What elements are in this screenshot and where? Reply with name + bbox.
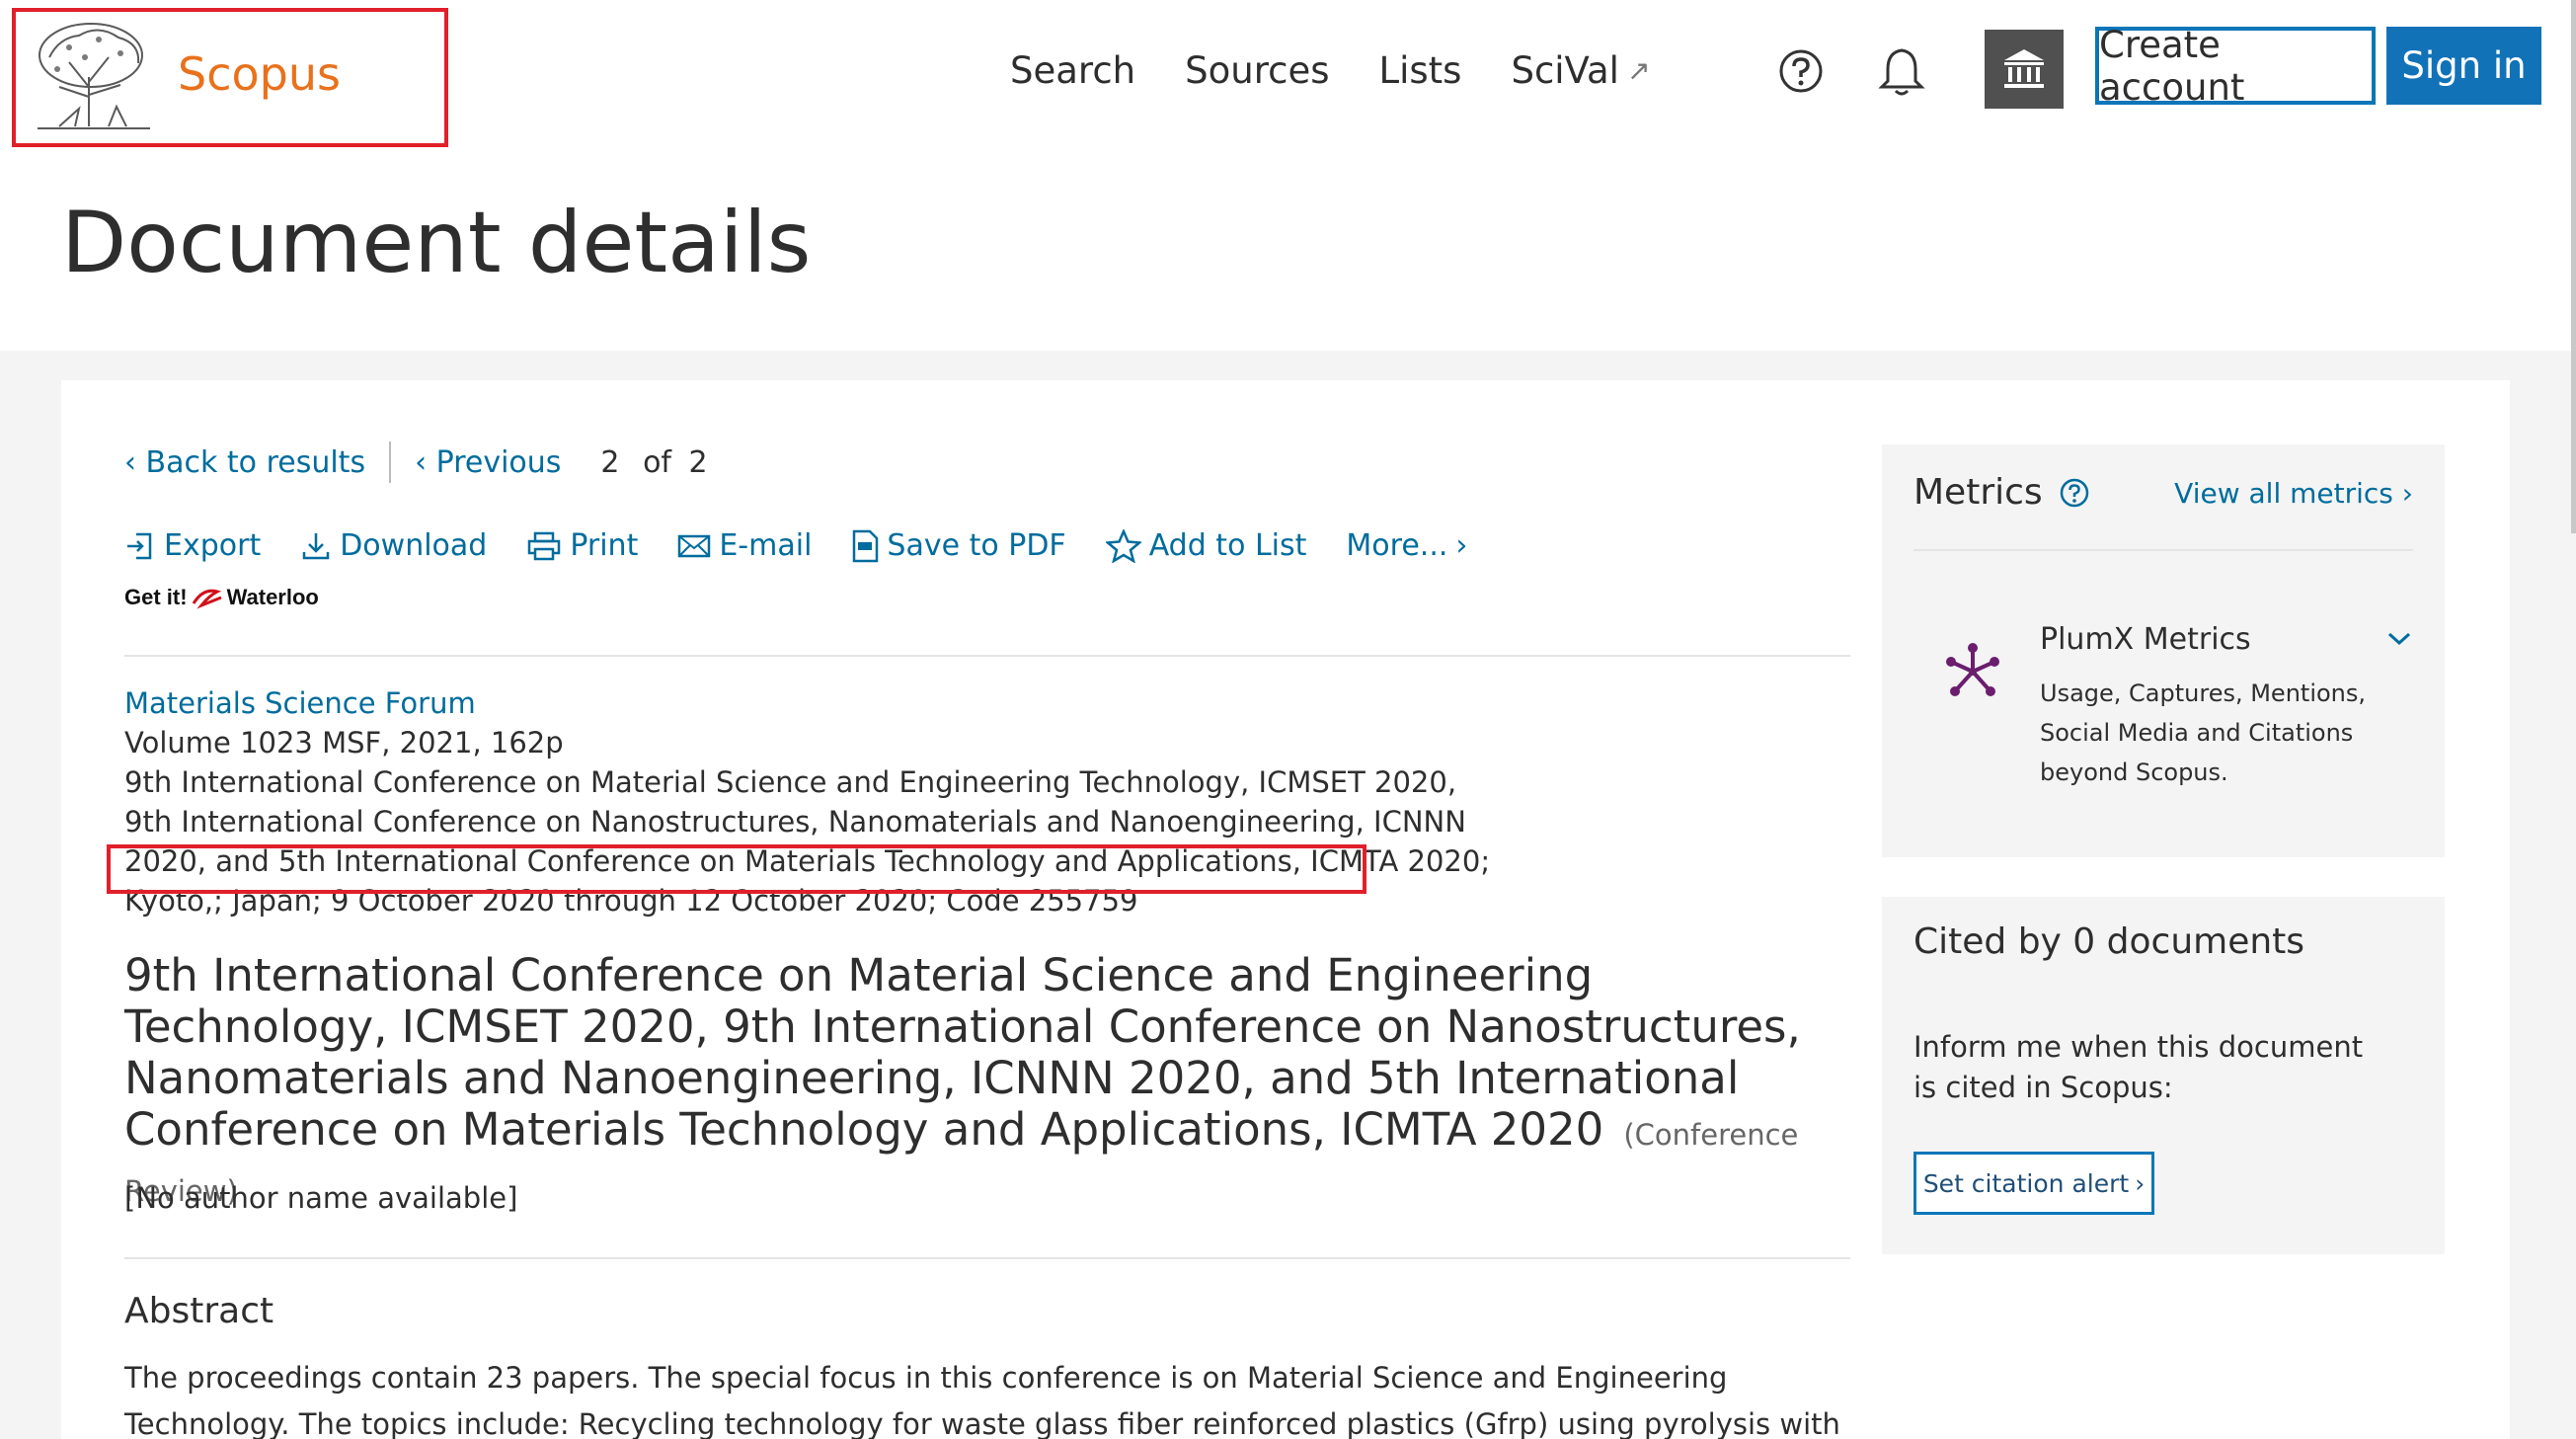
bell-icon[interactable] <box>1878 45 1925 97</box>
annotation-highlight-box <box>107 844 1366 894</box>
plumx-description: Usage, Captures, Mentions, Social Media … <box>2040 680 2367 786</box>
elsevier-tree-icon <box>38 23 150 129</box>
scopus-logo[interactable]: Scopus <box>12 8 448 147</box>
email-button[interactable]: E-mail <box>677 528 812 563</box>
star-icon <box>1105 528 1141 563</box>
chevron-right-icon: › <box>2135 1168 2146 1198</box>
abstract-heading: Abstract <box>124 1291 274 1331</box>
main-nav: Search Sources Lists SciVal ↗ <box>1010 49 1650 92</box>
action-toolbar: Export Download Print E-mail Save to PDF… <box>124 528 1467 563</box>
export-label: Export <box>164 528 262 563</box>
view-all-metrics-link[interactable]: View all metrics › <box>2174 477 2413 510</box>
external-link-icon: ↗ <box>1626 54 1651 87</box>
download-label: Download <box>340 528 488 563</box>
previous-label: Previous <box>435 444 562 480</box>
print-label: Print <box>570 528 639 563</box>
view-all-label: View all metrics <box>2174 477 2393 510</box>
download-button[interactable]: Download <box>300 528 487 563</box>
document-title-text: 9th International Conference on Material… <box>124 949 1801 1156</box>
chevron-down-icon[interactable] <box>2385 628 2413 648</box>
email-label: E-mail <box>719 528 813 563</box>
pager-total: 2 <box>688 444 708 480</box>
chevron-right-icon: › <box>1455 528 1468 563</box>
back-to-results-link[interactable]: ‹ Back to results <box>124 445 365 480</box>
create-account-button[interactable]: Create account <box>2095 24 2376 109</box>
save-to-pdf-label: Save to PDF <box>887 528 1066 563</box>
metrics-heading: Metrics <box>1913 472 2090 513</box>
metrics-panel: Metrics View all metrics › PlumX Metrics… <box>1882 444 2445 857</box>
set-citation-alert-button[interactable]: Set citation alert › <box>1913 1152 2154 1215</box>
pager-current: 2 <box>600 444 620 480</box>
download-icon <box>302 532 330 559</box>
plumx-title[interactable]: PlumX Metrics <box>2040 622 2251 657</box>
nav-sources[interactable]: Sources <box>1185 49 1329 92</box>
previous-link[interactable]: ‹ Previous <box>415 445 561 480</box>
metrics-divider <box>1913 549 2413 551</box>
sign-in-button[interactable]: Sign in <box>2386 27 2541 105</box>
section-divider <box>124 1257 1850 1259</box>
getit-prefix: Get it! <box>124 585 188 609</box>
cited-by-panel: Cited by 0 documents Inform me when this… <box>1882 897 2445 1254</box>
more-label: More... <box>1346 528 1448 563</box>
cited-by-heading: Cited by 0 documents <box>1913 921 2305 962</box>
author-list: [No author name available] <box>124 1181 518 1215</box>
institution-button[interactable] <box>1985 30 2064 109</box>
abstract-text: The proceedings contain 23 papers. The s… <box>124 1361 1840 1439</box>
nav-scival[interactable]: SciVal ↗ <box>1511 49 1650 92</box>
pdf-icon <box>853 529 879 562</box>
add-to-list-label: Add to List <box>1148 528 1307 563</box>
nav-separator <box>389 441 392 483</box>
alert-label: Set citation alert <box>1922 1168 2130 1198</box>
page-title: Document details <box>61 194 812 292</box>
add-to-list-button[interactable]: Add to List <box>1105 528 1307 563</box>
help-icon[interactable] <box>1777 47 1825 95</box>
top-header: Scopus Search Sources Lists SciVal ↗ Cre… <box>0 0 2576 183</box>
logo-text: Scopus <box>178 47 341 101</box>
back-label: Back to results <box>145 444 366 480</box>
result-pager: 2 of 2 <box>600 445 707 480</box>
save-to-pdf-button[interactable]: Save to PDF <box>851 528 1066 563</box>
section-divider <box>124 655 1850 657</box>
document-title: 9th International Conference on Material… <box>124 950 1862 1217</box>
export-button[interactable]: Export <box>124 528 261 563</box>
more-button[interactable]: More... › <box>1346 528 1467 563</box>
nav-scival-label: SciVal <box>1511 49 1619 92</box>
page-scrollbar[interactable] <box>2571 0 2576 533</box>
pager-of: of <box>643 444 671 480</box>
chevron-right-icon: › <box>2401 477 2413 510</box>
waterloo-logo-icon <box>192 589 222 609</box>
getit-brand: Waterloo <box>226 585 319 609</box>
plumx-icon <box>1946 643 1999 696</box>
cited-by-description: Inform me when this document is cited in… <box>1913 1030 2364 1104</box>
export-icon <box>127 532 152 559</box>
institution-icon <box>2004 49 2044 88</box>
metrics-title: Metrics <box>1913 472 2043 513</box>
print-button[interactable]: Print <box>526 528 638 563</box>
print-icon <box>528 531 561 560</box>
results-navigation: ‹ Back to results ‹ Previous 2 of 2 <box>124 441 708 483</box>
volume-info: Volume 1023 MSF, 2021, 162p <box>124 726 564 759</box>
nav-lists[interactable]: Lists <box>1378 49 1461 92</box>
conference-info: 9th International Conference on Material… <box>124 765 1491 918</box>
source-title-link[interactable]: Materials Science Forum <box>124 683 1507 723</box>
metrics-help-icon[interactable] <box>2059 477 2090 509</box>
nav-search[interactable]: Search <box>1010 49 1135 92</box>
get-it-waterloo-link[interactable]: Get it! Waterloo <box>124 585 319 610</box>
email-icon <box>678 534 711 557</box>
